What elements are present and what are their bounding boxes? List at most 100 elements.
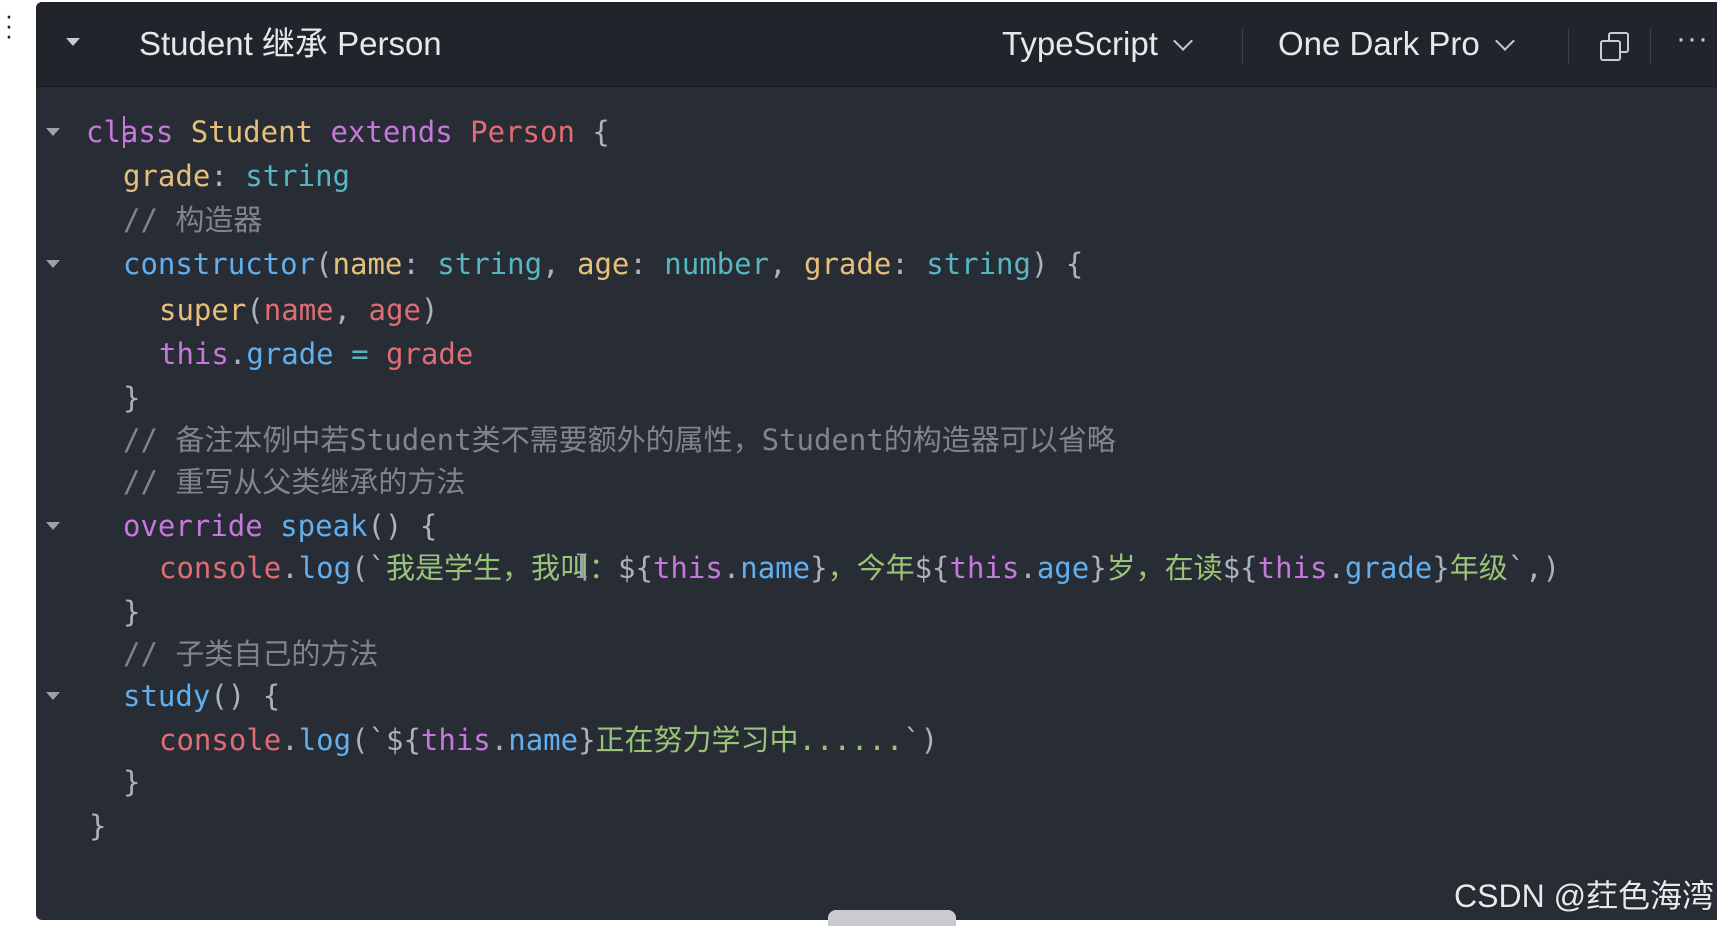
token: age (368, 293, 421, 327)
code-line: console.log(`${this.name}正在努力学习中......`) (36, 718, 1717, 762)
token: number (664, 247, 770, 281)
token: constructor (123, 247, 316, 281)
code-line: this.grade = grade (36, 332, 1717, 376)
language-select-value: TypeScript (1002, 25, 1158, 62)
token: . (722, 551, 741, 585)
code-brace: } (123, 595, 141, 629)
token: 岁，在读 (1106, 551, 1223, 585)
token: speak (280, 509, 368, 543)
code-line-text: this.grade = grade (159, 332, 473, 376)
token: . (1327, 551, 1345, 585)
token: . (1019, 551, 1037, 585)
code-line: } (36, 376, 1717, 420)
token: log (298, 551, 352, 585)
token: name (508, 723, 579, 757)
code-line: // 备注本例中若Student类不需要额外的属性，Student的构造器可以省… (36, 418, 1717, 462)
token: this (652, 551, 723, 585)
token: ${ (386, 723, 421, 757)
chevron-down-icon (1173, 31, 1193, 51)
fold-triangle-icon[interactable] (46, 522, 60, 530)
token: = (333, 337, 387, 371)
fold-triangle-icon[interactable] (46, 692, 60, 700)
code-brace: } (89, 809, 107, 843)
token: ${ (618, 551, 653, 585)
token: grade (123, 159, 211, 193)
token: , (769, 247, 804, 281)
token: . (228, 337, 247, 371)
token: (` (351, 551, 386, 585)
code-line-text: override speak() { (123, 504, 437, 548)
token: name (263, 293, 334, 327)
token: console (159, 551, 282, 585)
fold-triangle-icon[interactable] (46, 128, 60, 136)
code-line-text: class Student extends Person { (86, 110, 610, 154)
copy-icon-front (1600, 40, 1621, 61)
token: } (578, 723, 596, 757)
code-line: constructor(name: string, age: number, g… (36, 242, 1717, 286)
code-block-window: Student 继承 Person TypeScript One Dark Pr… (36, 2, 1717, 920)
code-line-text: constructor(name: string, age: number, g… (123, 242, 1083, 286)
code-line: study() { (36, 674, 1717, 718)
token: { (574, 115, 610, 149)
token: string (926, 247, 1031, 281)
more-icon[interactable]: ··· (1676, 24, 1709, 54)
token: : (210, 159, 246, 193)
token: class (86, 115, 174, 149)
watermark: CSDN @荭色海湾 (1454, 878, 1715, 914)
token: , (542, 247, 577, 281)
copy-button[interactable] (1598, 30, 1629, 61)
token: ) { (1030, 247, 1084, 281)
toolbar-divider (1242, 28, 1243, 64)
token: . (281, 723, 299, 757)
code-line-text: console.log(`${this.name}正在努力学习中......`) (159, 718, 938, 762)
code-line: grade: string (36, 154, 1717, 198)
token: override (123, 509, 263, 543)
token: Student (190, 115, 313, 149)
code-comment: // 重写从父类继承的方法 (123, 465, 466, 499)
code-line-text: console.log(`我是学生，我叫：${this.name}，今年${th… (159, 546, 1560, 590)
token: grade (1344, 551, 1433, 585)
token: ) (420, 293, 439, 327)
token: ，今年 (827, 551, 915, 585)
token: ( (315, 247, 333, 281)
token: name (332, 247, 403, 281)
token: : (402, 247, 438, 281)
token: ${ (1222, 551, 1258, 585)
token: ( (246, 293, 264, 327)
token: study (123, 679, 211, 713)
code-comment: // 构造器 (123, 203, 263, 237)
code-line: } (36, 760, 1717, 804)
code-line: // 构造器 (36, 198, 1717, 242)
toolbar-divider (1568, 28, 1569, 64)
token: } (1432, 551, 1450, 585)
collapse-triangle-icon[interactable] (66, 38, 80, 46)
vertical-ellipsis-icon[interactable]: · · · (2, 2, 16, 48)
theme-select-value: One Dark Pro (1278, 25, 1480, 62)
token: () { (210, 679, 281, 713)
token: extends (330, 115, 453, 149)
token: string (245, 159, 350, 193)
theme-select[interactable]: One Dark Pro (1278, 20, 1515, 68)
code-line-text: study() { (123, 674, 280, 718)
token: 正在努力学习中...... (595, 723, 904, 757)
code-block-toolbar: Student 继承 Person TypeScript One Dark Pr… (36, 2, 1717, 87)
token: grade (386, 337, 474, 371)
horizontal-scrollbar-thumb[interactable] (828, 910, 956, 926)
token: `,) (1507, 551, 1561, 585)
token: grade (803, 247, 892, 281)
code-block-title: Student 继承 Person (139, 25, 442, 62)
page: · · · Student 继承 Person TypeScript One Dar… (0, 0, 1717, 926)
token: . (490, 723, 509, 757)
token: super (159, 293, 247, 327)
toolbar-divider (1650, 28, 1651, 64)
code-brace: } (123, 765, 141, 799)
language-select[interactable]: TypeScript (1002, 20, 1193, 68)
token: `) (903, 723, 939, 757)
fold-triangle-icon[interactable] (46, 260, 60, 268)
code-line: override speak() { (36, 504, 1717, 548)
token: age (1036, 551, 1090, 585)
token: 年级 (1449, 551, 1508, 585)
